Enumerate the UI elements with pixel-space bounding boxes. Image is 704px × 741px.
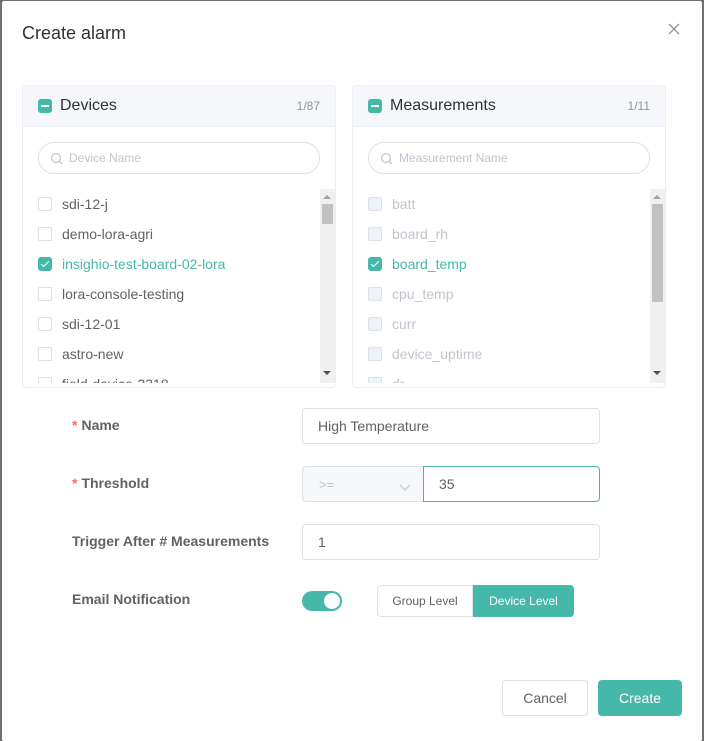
measurements-item-label: cpu_temp [392,286,454,302]
search-icon [380,152,394,166]
devices-list: sdi-12-j demo-lora-agri insighio-test-boar… [23,189,320,383]
devices-selected-count: 1/87 [296,99,320,113]
required-asterisk: * [72,417,78,433]
name-input[interactable] [303,409,599,443]
measurements-selected-count: 1/11 [627,99,650,113]
notification-level-group: Group Level Device Level [377,585,574,617]
devices-item-label: insighio-test-board-02-lora [62,256,226,272]
measurements-list-item: device_uptime [353,339,650,369]
measurements-item-label: device_uptime [392,346,483,362]
devices-panel-header: Devices 1/87 [23,86,335,127]
scroll-up-arrow-icon[interactable] [323,195,331,199]
measurements-item-label: batt [392,196,416,212]
measurements-item-label: dr [392,376,404,383]
device-search [38,142,320,174]
scroll-down-arrow-icon[interactable] [323,371,331,375]
measurements-panel-header: Measurements 1/11 [353,86,665,127]
group-level-option[interactable]: Group Level [377,585,473,617]
measurements-panel-title: Measurements [390,97,496,114]
email-notification-label: Email Notification [72,591,191,607]
devices-list-item[interactable]: astro-new [23,339,320,369]
required-asterisk: * [72,475,78,491]
devices-list-item[interactable]: sdi-12-j [23,189,320,219]
measurements-item-checkbox[interactable] [368,257,382,271]
devices-item-checkbox[interactable] [38,197,52,211]
threshold-label-text: Threshold [81,475,150,491]
devices-item-checkbox[interactable] [38,287,52,301]
devices-list-item[interactable]: insighio-test-board-02-lora [23,249,320,279]
devices-item-label: sdi-12-j [62,196,108,212]
measurements-item-checkbox [368,287,382,301]
measurements-select-all-checkbox[interactable] [368,99,382,113]
chevron-down-icon [399,479,411,491]
measurements-item-checkbox [368,227,382,241]
name-field [302,408,600,444]
measurements-list-item: board_rh [353,219,650,249]
devices-list-item[interactable]: sdi-12-01 [23,309,320,339]
devices-item-label: astro-new [62,346,124,362]
device-level-option[interactable]: Device Level [473,585,574,617]
create-alarm-dialog: Create alarm Devices 1/87 sdi-12-j demo-l… [2,1,702,741]
measurements-scrollbar-thumb[interactable] [652,204,663,303]
devices-panel-title: Devices [60,97,117,114]
devices-scrollbar[interactable] [320,189,335,383]
measurements-list-item: cpu_temp [353,279,650,309]
measurements-item-label: curr [392,316,417,332]
devices-item-checkbox[interactable] [38,227,52,241]
measurements-item-checkbox [368,197,382,211]
measurements-item-checkbox [368,347,382,361]
create-button[interactable]: Create [598,680,682,716]
devices-list-item[interactable]: field-device-2318 [23,369,320,383]
threshold-label: * Threshold [72,475,149,491]
measurements-list-item: dr [353,369,650,383]
measurement-search-input[interactable] [399,143,639,173]
measurements-item-label: board_rh [392,226,449,242]
measurements-scrollbar[interactable] [650,189,665,383]
cancel-button[interactable]: Cancel [502,680,588,716]
devices-item-label: field-device-2318 [62,376,169,383]
threshold-operator-value: >= [319,477,335,492]
measurement-search [368,142,650,174]
devices-select-all-checkbox[interactable] [38,99,52,113]
trigger-input[interactable] [303,525,599,559]
devices-list-item[interactable]: demo-lora-agri [23,219,320,249]
scroll-up-arrow-icon[interactable] [653,195,661,199]
devices-item-checkbox[interactable] [38,317,52,331]
name-label: * Name [72,417,120,433]
trigger-field [302,524,600,560]
devices-item-label: demo-lora-agri [62,226,154,242]
toggle-knob [324,593,340,609]
name-label-text: Name [81,417,120,433]
measurements-list: batt board_rh board_temp cpu_tempcurr device… [353,189,650,383]
devices-item-checkbox[interactable] [38,377,52,383]
measurements-item-checkbox [368,317,382,331]
threshold-value-input[interactable] [424,467,599,501]
devices-item-checkbox[interactable] [38,257,52,271]
devices-list-item[interactable]: lora-console-testing [23,279,320,309]
measurements-item-label: board_temp [392,256,467,272]
devices-item-label: lora-console-testing [62,286,185,302]
search-icon [50,152,64,166]
devices-panel: Devices 1/87 sdi-12-j demo-lora-agri insig… [22,85,336,388]
measurements-list-item: batt [353,189,650,219]
scroll-down-arrow-icon[interactable] [653,371,661,375]
threshold-operator-select[interactable]: >= [302,466,424,502]
device-search-input[interactable] [69,143,309,173]
devices-item-label: sdi-12-01 [62,316,121,332]
email-notification-toggle[interactable] [302,591,342,611]
measurements-panel: Measurements 1/11 batt board_rh board_temp… [352,85,666,388]
threshold-value-field [423,466,600,502]
trigger-label: Trigger After # Measurements [72,533,270,549]
measurements-list-item[interactable]: board_temp [353,249,650,279]
measurements-item-checkbox [368,377,382,383]
close-icon[interactable] [667,22,681,36]
devices-item-checkbox[interactable] [38,347,52,361]
dialog-title: Create alarm [22,23,127,43]
measurements-list-item: curr [353,309,650,339]
devices-scrollbar-thumb[interactable] [322,204,333,224]
